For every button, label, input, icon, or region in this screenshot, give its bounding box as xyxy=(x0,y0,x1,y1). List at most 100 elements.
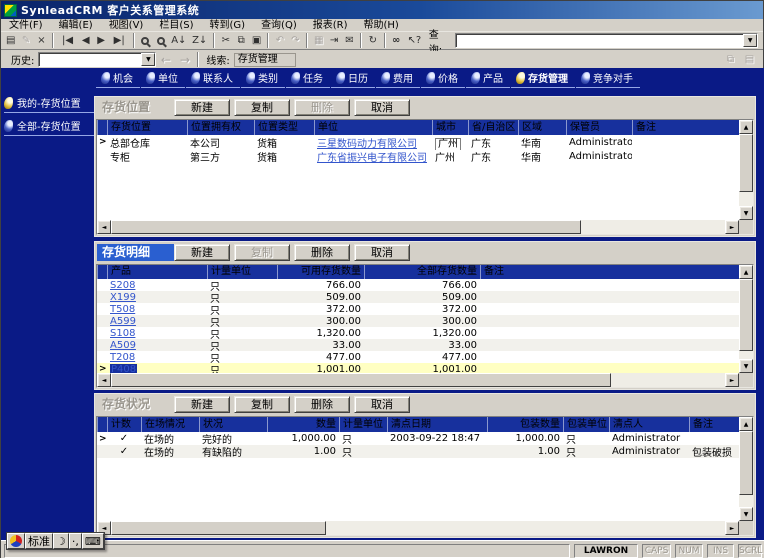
form-view-icon[interactable]: ▤ xyxy=(741,52,758,68)
scrollbar-thumb[interactable] xyxy=(739,279,753,351)
column-header[interactable]: 在场情况 xyxy=(141,417,199,432)
product-link[interactable]: T208 xyxy=(110,352,135,363)
ime-mode-button[interactable]: 标准 xyxy=(25,533,53,549)
column-header[interactable]: 备注 xyxy=(632,120,739,135)
scroll-down-icon[interactable]: ▼ xyxy=(739,206,753,220)
company-link[interactable]: 广东省振兴电子有限公司 xyxy=(317,153,427,164)
cancel-button[interactable]: 取消 xyxy=(354,396,410,413)
sidebar-item-all-locations[interactable]: 全部-存货位置 xyxy=(4,118,96,136)
detail-view-icon[interactable]: ⧉ xyxy=(722,52,739,68)
tab-opportunity[interactable]: 机会 xyxy=(96,69,140,88)
column-header[interactable]: 位置拥有权 xyxy=(187,120,254,135)
binoculars-find-icon[interactable]: ∞ xyxy=(390,33,403,49)
column-header[interactable]: 备注 xyxy=(689,417,739,432)
table-row[interactable]: T508 只 372.00 372.00 xyxy=(97,303,739,317)
menu-file[interactable]: 文件(F) xyxy=(1,19,51,32)
column-header[interactable]: 包装数量 xyxy=(487,417,563,432)
scroll-up-icon[interactable]: ▲ xyxy=(739,120,753,134)
tab-company[interactable]: 单位 xyxy=(141,69,185,88)
advanced-search-icon[interactable] xyxy=(154,33,167,49)
column-header[interactable]: 备注 xyxy=(480,265,739,279)
print-icon[interactable]: ▦ xyxy=(312,33,325,49)
product-link[interactable]: T508 xyxy=(110,304,135,315)
scroll-right-icon[interactable]: ► xyxy=(725,373,739,387)
column-header[interactable]: 状况 xyxy=(199,417,267,432)
scroll-down-icon[interactable]: ▼ xyxy=(739,507,753,521)
menu-query[interactable]: 查询(Q) xyxy=(253,19,305,32)
horizontal-scrollbar[interactable]: ◄ ► xyxy=(97,521,739,535)
export-icon[interactable]: ⇥ xyxy=(327,33,340,49)
ime-logo-button[interactable] xyxy=(7,533,25,549)
column-header[interactable]: 城市 xyxy=(432,120,468,135)
column-header[interactable]: 计量单位 xyxy=(339,417,387,432)
column-header[interactable]: 省/自治区 xyxy=(468,120,518,135)
ime-fullhalf-moon-icon[interactable]: ☽ xyxy=(53,533,69,549)
menu-edit[interactable]: 编辑(E) xyxy=(51,19,101,32)
menu-goto[interactable]: 转到(G) xyxy=(202,19,254,32)
tab-price[interactable]: 价格 xyxy=(421,69,465,88)
ime-softkeyboard-icon[interactable]: ⌨ xyxy=(81,533,104,549)
cancel-button[interactable]: 取消 xyxy=(354,244,410,261)
refresh-icon[interactable]: ↻ xyxy=(366,33,379,49)
search-icon[interactable] xyxy=(139,33,152,49)
new-button[interactable]: 新建 xyxy=(174,244,230,261)
table-row[interactable]: A599 只 300.00 300.00 xyxy=(97,315,739,329)
dropdown-arrow-icon[interactable]: ▼ xyxy=(141,53,156,66)
scroll-up-icon[interactable]: ▲ xyxy=(739,417,753,431)
redo-icon[interactable]: ↷ xyxy=(289,33,302,49)
table-row[interactable]: S108 只 1,320.00 1,320.00 xyxy=(97,327,739,341)
column-header[interactable]: 全部存货数量 xyxy=(364,265,480,279)
copy-button[interactable]: 复制 xyxy=(234,396,290,413)
scrollbar-thumb[interactable] xyxy=(739,134,753,192)
tab-task[interactable]: 任务 xyxy=(286,69,330,88)
product-link[interactable]: S108 xyxy=(110,328,135,339)
tab-contact[interactable]: 联系人 xyxy=(186,69,240,88)
column-header[interactable]: 清点人 xyxy=(609,417,689,432)
scrollbar-thumb[interactable] xyxy=(739,431,753,495)
menu-report[interactable]: 报表(R) xyxy=(305,19,356,32)
tab-product[interactable]: 产品 xyxy=(466,69,510,88)
copy-button[interactable]: 复制 xyxy=(234,99,290,116)
table-row[interactable]: T208 只 477.00 477.00 xyxy=(97,351,739,365)
nav-back-icon[interactable]: ← xyxy=(157,52,174,68)
sort-desc-icon[interactable]: Z↓ xyxy=(190,33,209,49)
tab-competitor[interactable]: 竞争对手 xyxy=(576,69,640,88)
delete-record-icon[interactable]: × xyxy=(35,33,48,49)
first-record-icon[interactable]: |◀ xyxy=(58,33,77,49)
prev-record-icon[interactable]: ◀ xyxy=(79,33,92,49)
table-row[interactable]: X199 只 509.00 509.00 xyxy=(97,291,739,305)
delete-button[interactable]: 删除 xyxy=(294,99,350,116)
undo-icon[interactable]: ↶ xyxy=(273,33,286,49)
table-row[interactable]: A509 只 33.00 33.00 xyxy=(97,339,739,353)
vertical-scrollbar[interactable]: ▲ ▼ xyxy=(739,417,753,521)
column-header[interactable]: 产品 xyxy=(107,265,207,279)
column-header[interactable]: 位置类型 xyxy=(254,120,314,135)
cut-icon[interactable]: ✂ xyxy=(219,33,232,49)
scrollbar-thumb[interactable] xyxy=(111,521,326,535)
scrollbar-thumb[interactable] xyxy=(111,373,611,387)
column-header[interactable]: 数量 xyxy=(267,417,339,432)
menu-view[interactable]: 视图(V) xyxy=(101,19,152,32)
horizontal-scrollbar[interactable]: ◄ ► xyxy=(97,373,739,387)
tab-category[interactable]: 类别 xyxy=(241,69,285,88)
new-button[interactable]: 新建 xyxy=(174,99,230,116)
vertical-scrollbar[interactable]: ▲ ▼ xyxy=(739,120,753,220)
copy-icon[interactable]: ⧉ xyxy=(235,33,248,49)
sort-asc-icon[interactable]: A↓ xyxy=(169,33,188,49)
product-link[interactable]: S208 xyxy=(110,280,135,291)
new-record-icon[interactable]: ▤ xyxy=(4,33,17,49)
column-header[interactable]: 单位 xyxy=(314,120,432,135)
column-header[interactable]: 计数 xyxy=(107,417,141,432)
table-row[interactable]: > 总部仓库 本公司 货箱 三星数码动力有限公司 广州 广东 华南 Admini… xyxy=(97,135,739,150)
tab-calendar[interactable]: 日历 xyxy=(331,69,375,88)
paste-icon[interactable]: ▣ xyxy=(250,33,263,49)
scroll-left-icon[interactable]: ◄ xyxy=(97,373,111,387)
last-record-icon[interactable]: ▶| xyxy=(110,33,129,49)
delete-button[interactable]: 删除 xyxy=(294,396,350,413)
cancel-button[interactable]: 取消 xyxy=(354,99,410,116)
nav-forward-icon[interactable]: → xyxy=(176,52,193,68)
table-row[interactable]: S208 只 766.00 766.00 xyxy=(97,279,739,293)
table-row[interactable]: 专柜 第三方 货箱 广东省振兴电子有限公司 广州 广东 华南 Administr… xyxy=(97,149,739,164)
scroll-down-icon[interactable]: ▼ xyxy=(739,359,753,373)
dropdown-arrow-icon[interactable]: ▼ xyxy=(743,34,758,47)
